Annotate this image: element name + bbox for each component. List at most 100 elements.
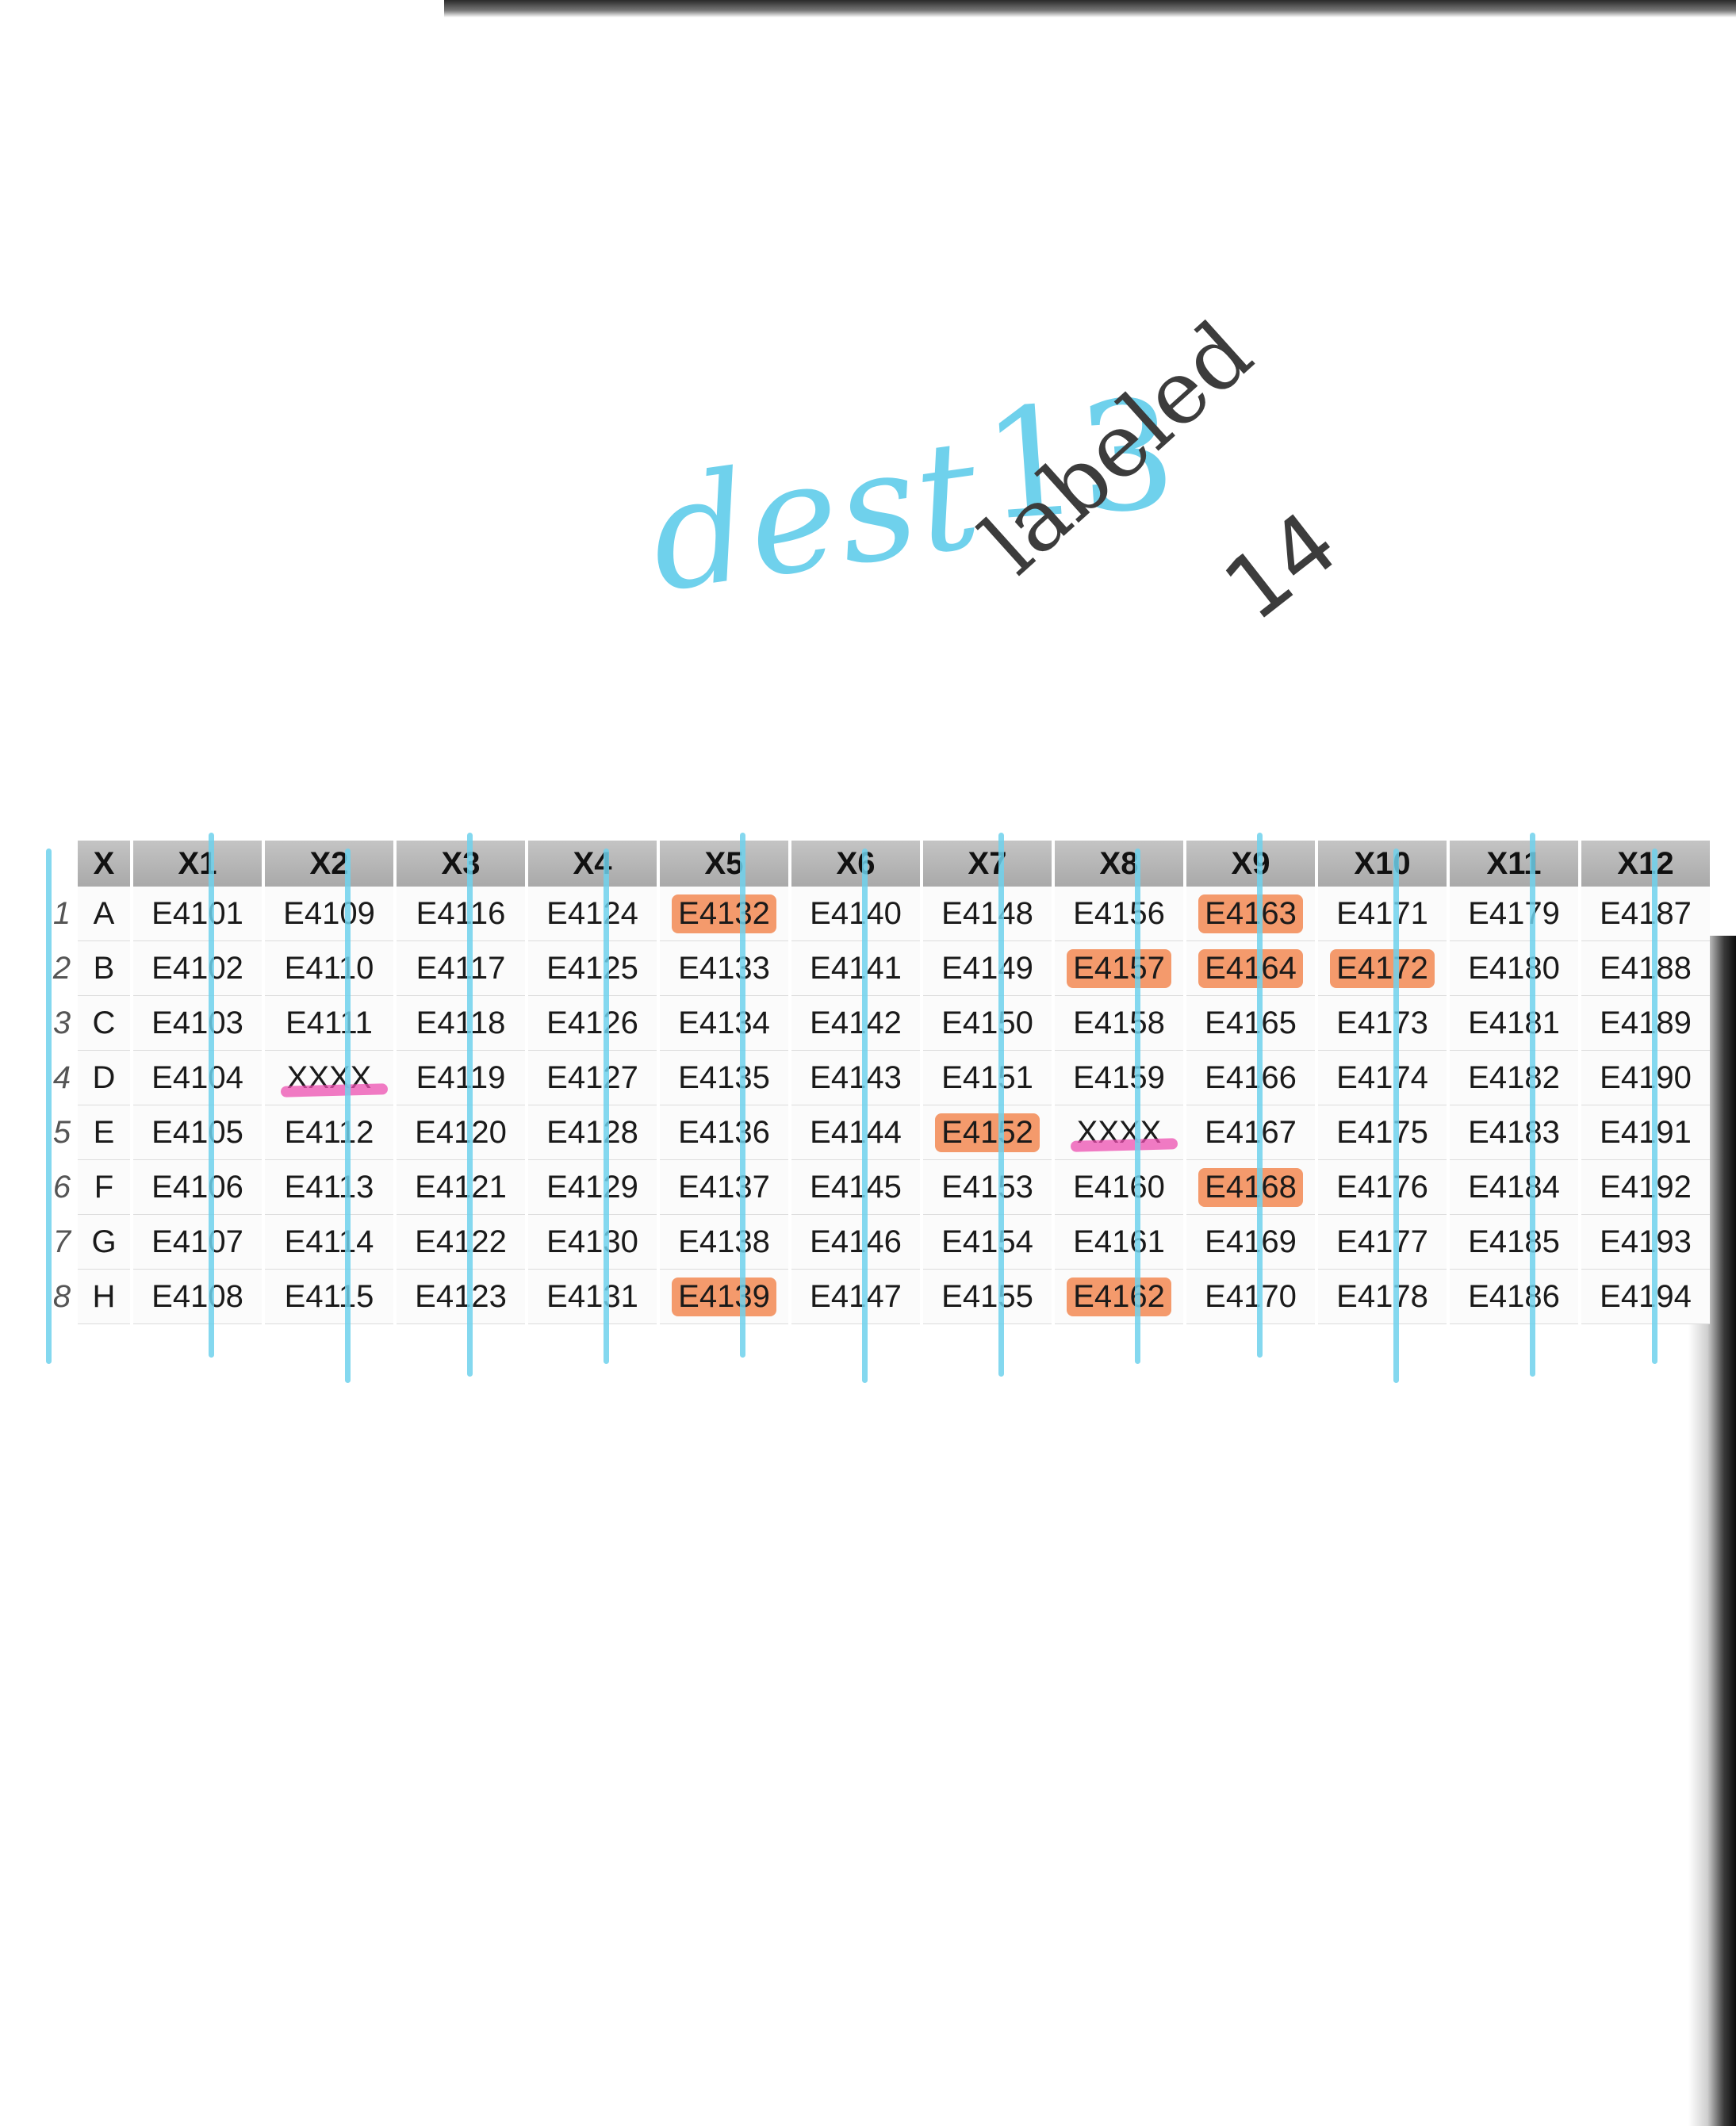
well-id: E4156 [1073, 895, 1165, 931]
plate-row: 4 D E4104 XXXX E4119 E4127 E4135 E4143 E4151 E415… [49, 1051, 1710, 1105]
well-id: E4172 [1330, 948, 1435, 988]
column-header: X9 [1186, 841, 1315, 887]
blue-marker-line [862, 848, 868, 1383]
column-header: X7 [923, 841, 1052, 887]
well-id: E4189 [1600, 1005, 1692, 1040]
well-id: E4141 [810, 950, 902, 986]
well-id: E4191 [1600, 1114, 1692, 1150]
well-cell: E4129 [528, 1160, 657, 1215]
well-id: E4118 [416, 1005, 506, 1040]
well-cell: XXXX [1055, 1105, 1183, 1160]
well-cell: E4131 [528, 1270, 657, 1324]
well-id: E4175 [1336, 1114, 1428, 1150]
blue-marker-line [1393, 848, 1400, 1383]
well-cell: E4166 [1186, 1051, 1315, 1105]
row-letter: H [78, 1270, 130, 1324]
well-id: E4186 [1468, 1278, 1560, 1314]
well-cell: E4165 [1186, 996, 1315, 1051]
well-cell: E4194 [1581, 1270, 1710, 1324]
well-id: E4171 [1336, 895, 1428, 931]
column-header: X3 [397, 841, 525, 887]
well-cell: E4157 [1055, 941, 1183, 996]
column-header: X5 [660, 841, 788, 887]
well-cell: E4106 [133, 1160, 262, 1215]
well-id: E4105 [151, 1114, 243, 1150]
well-cell: E4109 [265, 887, 393, 941]
well-cell: XXXX [265, 1051, 393, 1105]
well-cell: E4191 [1581, 1105, 1710, 1160]
blue-marker-line [46, 848, 52, 1364]
well-id: E4132 [672, 894, 776, 933]
well-id: E4166 [1205, 1059, 1297, 1095]
row-letter: F [78, 1160, 130, 1215]
blue-marker-line [209, 833, 215, 1358]
well-id: E4161 [1073, 1224, 1165, 1259]
well-id: E4174 [1336, 1059, 1428, 1095]
well-cell: E4117 [397, 941, 525, 996]
well-id: E4178 [1336, 1278, 1428, 1314]
well-id: E4138 [678, 1224, 770, 1259]
well-cell: E4113 [265, 1160, 393, 1215]
row-number: 6 [52, 1170, 71, 1205]
well-id: E4163 [1198, 894, 1303, 933]
well-cell: E4169 [1186, 1215, 1315, 1270]
well-cell: E4127 [528, 1051, 657, 1105]
well-cell: E4144 [791, 1105, 920, 1160]
well-cell: E4179 [1450, 887, 1578, 941]
plate-row: 2 B E4102 E4110 E4117 E4125 E4133 E4141 E4149 E41… [49, 941, 1710, 996]
well-id: E4134 [678, 1005, 770, 1040]
well-cell: E4155 [923, 1270, 1052, 1324]
well-cell: E4112 [265, 1105, 393, 1160]
well-id: XXXX [281, 1059, 378, 1097]
row-letter: D [78, 1051, 130, 1105]
well-cell: E4158 [1055, 996, 1183, 1051]
well-id: E4181 [1468, 1005, 1560, 1040]
well-cell: E4132 [660, 887, 788, 941]
well-id: E4120 [415, 1114, 507, 1150]
well-cell: E4173 [1318, 996, 1447, 1051]
well-id: E4124 [546, 895, 638, 931]
row-letter: G [78, 1215, 130, 1270]
row-number: 7 [52, 1224, 71, 1259]
well-cell: E4137 [660, 1160, 788, 1215]
column-header: X8 [1055, 841, 1183, 887]
well-id: E4129 [546, 1169, 638, 1205]
well-cell: E4105 [133, 1105, 262, 1160]
well-cell: E4171 [1318, 887, 1447, 941]
well-cell: E4190 [1581, 1051, 1710, 1105]
column-header: X1 [133, 841, 262, 887]
well-cell: E4125 [528, 941, 657, 996]
well-cell: E4151 [923, 1051, 1052, 1105]
well-id: E4107 [151, 1224, 243, 1259]
well-id: E4168 [1198, 1167, 1303, 1207]
blue-marker-line [1135, 848, 1141, 1364]
well-id: E4188 [1600, 950, 1692, 986]
well-cell: E4146 [791, 1215, 920, 1270]
well-cell: E4103 [133, 996, 262, 1051]
well-cell: E4161 [1055, 1215, 1183, 1270]
scanner-edge-top [444, 0, 1736, 17]
well-cell: E4170 [1186, 1270, 1315, 1324]
well-cell: E4139 [660, 1270, 788, 1324]
well-id: E4139 [672, 1277, 776, 1316]
well-cell: E4107 [133, 1215, 262, 1270]
well-cell: E4122 [397, 1215, 525, 1270]
well-id: E4176 [1336, 1169, 1428, 1205]
column-header: X6 [791, 841, 920, 887]
well-id: E4101 [151, 895, 243, 931]
well-cell: E4182 [1450, 1051, 1578, 1105]
well-id: E4151 [941, 1059, 1033, 1095]
well-id: E4136 [678, 1114, 770, 1150]
well-id: E4135 [678, 1059, 770, 1095]
well-id: E4125 [546, 950, 638, 986]
well-id: E4147 [810, 1278, 902, 1314]
well-id: E4144 [810, 1114, 902, 1150]
plate-row: 6 F E4106 E4113 E4121 E4129 E4137 E4145 E4153 E41… [49, 1160, 1710, 1215]
plate-row: 1 A E4101 E4109 E4116 E4124 E4132 E4140 E4148 E41… [49, 887, 1710, 941]
well-id: E4164 [1198, 948, 1303, 988]
row-number-header [49, 841, 75, 887]
well-cell: E4119 [397, 1051, 525, 1105]
well-id: E4165 [1205, 1005, 1297, 1040]
well-id: E4152 [935, 1113, 1040, 1152]
well-id: E4140 [810, 895, 902, 931]
